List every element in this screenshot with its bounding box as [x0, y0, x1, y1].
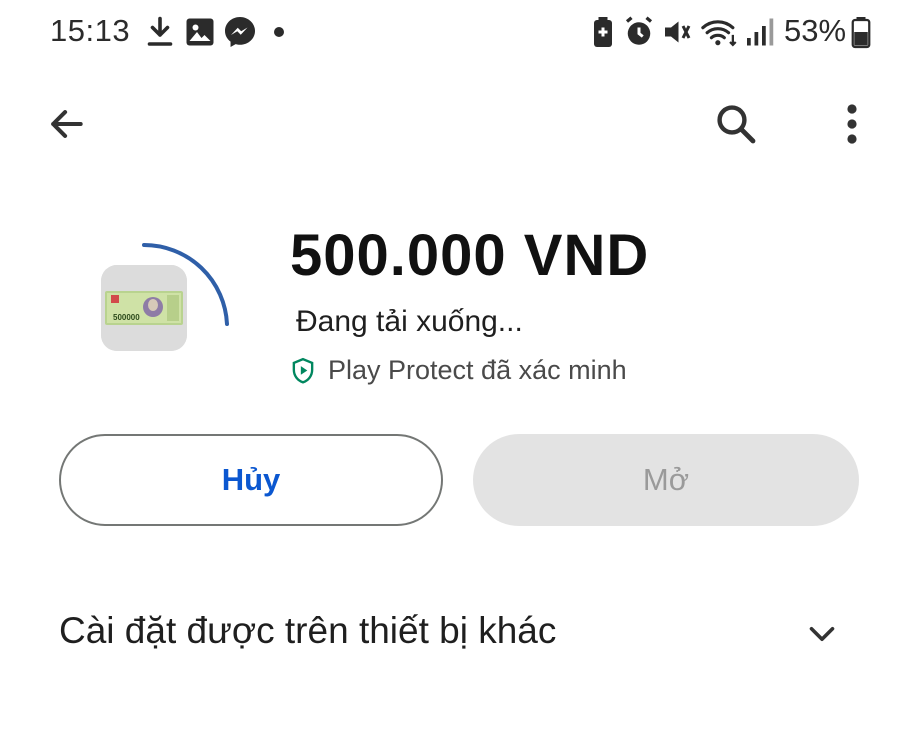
app-header: 500000 500.000 VND Đang tải xuống... Pla… [0, 200, 918, 400]
app-icon-container: 500000 [96, 218, 236, 358]
download-status: Đang tải xuống... [296, 305, 523, 338]
open-button[interactable]: Mở [473, 434, 859, 526]
back-button[interactable] [36, 94, 96, 154]
search-icon [717, 105, 756, 144]
app-title: 500.000 VND [290, 223, 650, 288]
more-vert-icon [847, 104, 857, 144]
battery-saver-icon [585, 14, 621, 50]
shield-icon [292, 357, 314, 384]
image-icon [182, 14, 218, 50]
more-options-button[interactable] [822, 94, 882, 154]
app-bar [0, 80, 918, 170]
chevron-down-icon [809, 626, 835, 642]
cancel-button[interactable]: Hủy [59, 434, 443, 526]
alarm-icon [621, 14, 657, 50]
other-devices-label: Cài đặt được trên thiết bị khác [59, 610, 557, 651]
messenger-icon [222, 14, 258, 50]
status-time: 15:13 [50, 13, 131, 48]
battery-icon [850, 14, 872, 50]
download-icon [142, 14, 178, 50]
search-button[interactable] [706, 94, 766, 154]
play-protect-label: Play Protect đã xác minh [328, 355, 627, 385]
other-devices-section[interactable]: Cài đặt được trên thiết bị khác [0, 590, 918, 680]
play-protect-badge: Play Protect đã xác minh [290, 355, 627, 386]
dot-icon [264, 14, 294, 50]
battery-percent: 53% [784, 13, 847, 48]
mute-icon [659, 14, 695, 50]
status-bar: 15:13 53% [0, 0, 918, 64]
arrow-back-icon [51, 110, 83, 138]
wifi-icon [700, 14, 740, 50]
signal-icon [744, 14, 774, 50]
download-progress-arc [142, 242, 229, 326]
